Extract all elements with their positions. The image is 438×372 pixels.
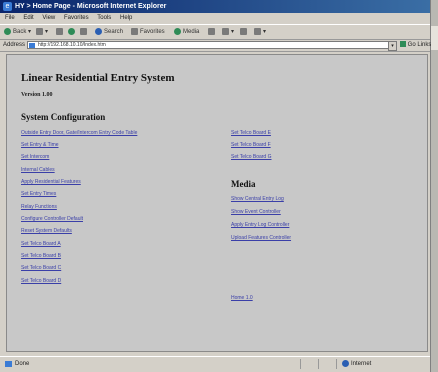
print-icon xyxy=(240,27,247,35)
config-link[interactable]: Set Telco Board D xyxy=(21,278,61,284)
config-link[interactable]: Apply Residential Features xyxy=(21,179,81,185)
config-link[interactable]: Set Telco Board C xyxy=(21,265,61,271)
media-button[interactable]: Media xyxy=(174,25,199,39)
refresh-button[interactable] xyxy=(68,25,77,39)
mail-button[interactable]: ▾ xyxy=(222,25,234,39)
status-divider xyxy=(300,359,301,369)
menu-bar: File Edit View Favorites Tools Help xyxy=(0,13,430,24)
media-link[interactable]: Upload Features Controller xyxy=(231,235,291,241)
status-text: Done xyxy=(15,361,30,367)
address-bar: Address ▾ Go Links xyxy=(0,39,431,52)
config-link[interactable]: Relay Functions xyxy=(21,204,57,210)
back-button[interactable]: Back ▾ xyxy=(4,25,31,39)
history-icon xyxy=(208,27,215,35)
internet-globe-icon xyxy=(342,359,349,367)
back-arrow-icon xyxy=(4,27,11,35)
menu-edit[interactable]: Edit xyxy=(23,15,33,21)
config-link[interactable]: Set Telco Board E xyxy=(231,130,271,136)
system-configuration-heading: System Configuration xyxy=(21,112,106,122)
address-label: Address xyxy=(3,42,26,48)
edit-icon xyxy=(254,27,261,35)
media-link[interactable]: Apply Entry Log Controller xyxy=(231,222,289,228)
config-link[interactable]: Set Entry Times xyxy=(21,191,56,197)
config-link[interactable]: Set Entry & Time xyxy=(21,142,59,148)
history-button[interactable] xyxy=(208,25,217,39)
status-divider xyxy=(318,359,319,369)
edit-button[interactable]: ▾ xyxy=(254,25,266,39)
menu-tools[interactable]: Tools xyxy=(97,15,111,21)
favorites-star-icon xyxy=(131,27,138,35)
browser-window: e HY > Home Page - Microsoft Internet Ex… xyxy=(0,0,431,372)
forward-arrow-icon xyxy=(36,27,43,35)
version-label: Version 1.00 xyxy=(21,92,53,98)
media-heading: Media xyxy=(231,179,256,189)
config-link[interactable]: Set Telco Board B xyxy=(21,253,61,259)
page-done-icon xyxy=(5,361,12,367)
home-version-link[interactable]: Home 1.0 xyxy=(231,295,253,301)
background-strip xyxy=(431,26,438,50)
page-content: Linear Residential Entry System Version … xyxy=(6,54,428,352)
config-link[interactable]: Set Intercom xyxy=(21,154,49,160)
refresh-icon xyxy=(68,27,75,35)
config-link[interactable]: Set Telco Board A xyxy=(21,241,61,247)
stop-icon xyxy=(56,27,63,35)
menu-view[interactable]: View xyxy=(42,15,55,21)
print-button[interactable] xyxy=(240,25,249,39)
media-link[interactable]: Show Central Entry Log xyxy=(231,196,284,202)
address-dropdown-button[interactable]: ▾ xyxy=(388,41,397,51)
mail-icon xyxy=(222,27,229,35)
title-bar: e HY > Home Page - Microsoft Internet Ex… xyxy=(0,0,430,13)
window-title: HY > Home Page - Microsoft Internet Expl… xyxy=(15,3,167,10)
go-arrow-icon xyxy=(400,41,406,48)
favorites-button[interactable]: Favorites xyxy=(131,25,165,39)
page-title: Linear Residential Entry System xyxy=(21,72,175,84)
address-input[interactable] xyxy=(27,41,391,49)
home-button[interactable] xyxy=(80,25,89,39)
standard-toolbar: Back ▾ ▾ Search Favorites Media ▾ ▾ xyxy=(0,24,430,40)
status-bar: Done Internet xyxy=(0,356,430,371)
menu-file[interactable]: File xyxy=(5,15,15,21)
config-link[interactable]: Outside Entry Door, Gate/Intercom Entry … xyxy=(21,130,137,136)
home-icon xyxy=(80,27,87,35)
menu-help[interactable]: Help xyxy=(120,15,132,21)
go-button[interactable]: Go Links xyxy=(400,39,431,51)
menu-favorites[interactable]: Favorites xyxy=(64,15,89,21)
links-label[interactable]: Links xyxy=(417,42,431,48)
config-link[interactable]: Set Telco Board F xyxy=(231,142,271,148)
stop-button[interactable] xyxy=(56,25,65,39)
search-button[interactable]: Search xyxy=(95,25,123,39)
config-link[interactable]: Set Telco Board G xyxy=(231,154,272,160)
security-zone: Internet xyxy=(342,357,371,371)
status-divider xyxy=(336,359,337,369)
config-link[interactable]: Internal Cables xyxy=(21,167,55,173)
internet-explorer-icon: e xyxy=(3,2,12,11)
page-icon xyxy=(29,43,35,48)
media-icon xyxy=(174,27,181,35)
config-link[interactable]: Configure Controller Default xyxy=(21,216,83,222)
config-link[interactable]: Reset System Defaults xyxy=(21,228,72,234)
forward-button[interactable]: ▾ xyxy=(36,25,48,39)
media-link[interactable]: Show Event Controller xyxy=(231,209,281,215)
search-icon xyxy=(95,27,102,35)
